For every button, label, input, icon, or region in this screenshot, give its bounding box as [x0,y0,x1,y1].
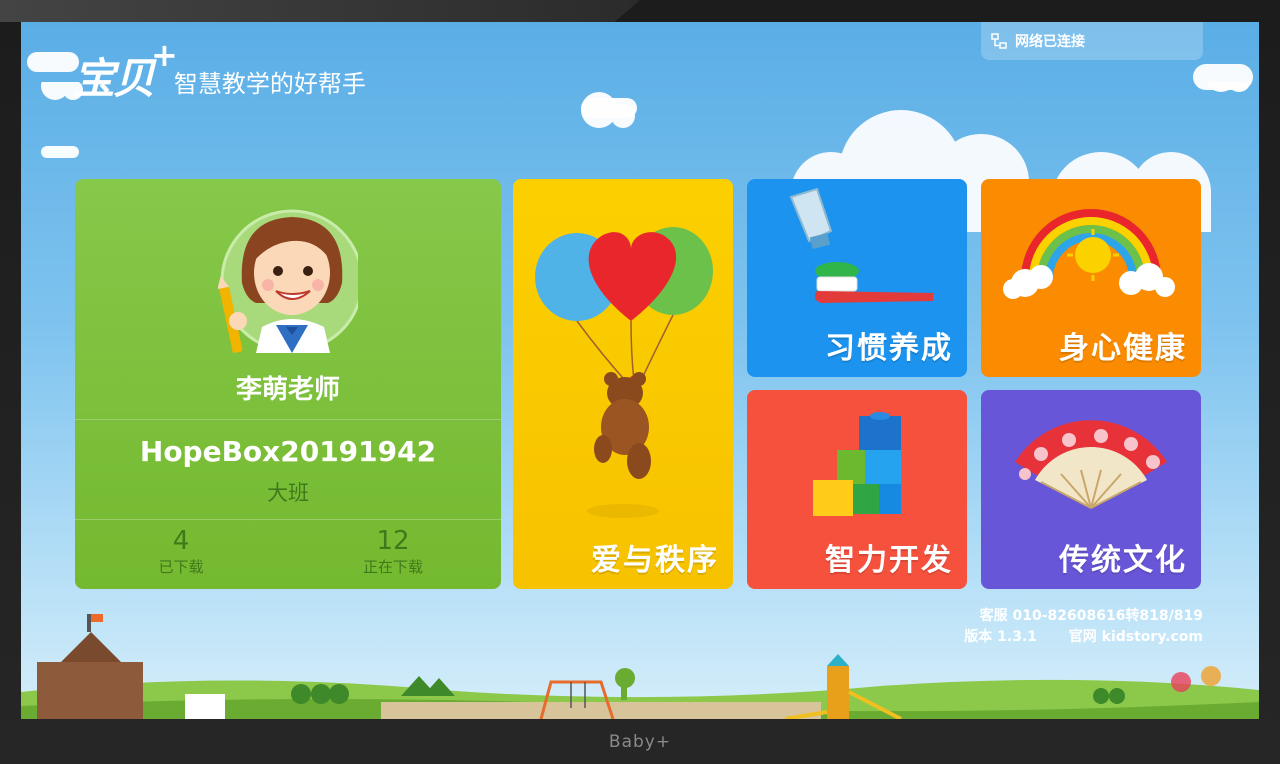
tile-health[interactable]: 身心健康 [981,179,1201,377]
network-status-label: 网络已连接 [1015,34,1085,50]
customer-service: 客服 010-82608616转818/819 [979,608,1203,624]
downloading-label: 正在下载 [362,557,423,576]
logo-plus: + [151,36,178,74]
support-info: 客服 010-82608616转818/819 版本 1.3.1 官网 kids… [964,606,1203,648]
rainbow-sun-icon [1003,209,1175,299]
toothbrush-icon [789,187,933,303]
cloud [27,52,79,72]
tile-culture[interactable]: 传统文化 [981,390,1201,589]
downloaded-stat[interactable]: 4 已下载 [111,527,251,577]
balloon-bear-icon [535,227,713,518]
device-brand: Baby+ [608,732,672,752]
official-website[interactable]: 官网 kidstory.com [1069,629,1203,645]
tile-culture-label: 传统文化 [1059,543,1187,578]
app-version: 版本 1.3.1 [964,629,1038,645]
tile-health-label: 身心健康 [1059,331,1187,366]
network-status[interactable]: 网络已连接 [981,22,1203,60]
teacher-avatar [218,209,358,353]
app-logo: 宝贝 + 智慧教学的好帮手 [73,36,366,103]
folding-fan-icon [1015,420,1167,509]
playground-scenery [21,614,1259,719]
teacher-profile-card[interactable]: 李萌老师 HopeBox20191942 大班 4 已下载 12 正在下载 [75,179,501,589]
logo-slogan: 智慧教学的好帮手 [173,70,366,98]
bezel-shine [0,0,640,22]
tile-love-order-label: 爱与秩序 [591,543,719,578]
tile-love-order[interactable]: 爱与秩序 [513,179,733,589]
downloading-count: 12 [376,526,410,556]
device-id: HopeBox20191942 [139,435,437,468]
building-blocks-icon [813,412,901,516]
network-icon [991,33,1007,49]
tile-habit[interactable]: 习惯养成 [747,179,967,377]
version-website-line: 版本 1.3.1 官网 kidstory.com [964,627,1203,648]
home-screen: 网络已连接 宝贝 + 智慧教学的好帮手 李萌老师 HopeBox20191942… [21,22,1259,719]
teacher-name: 李萌老师 [235,375,340,405]
profile-divider [75,519,501,520]
profile-divider [75,419,501,420]
downloaded-count: 4 [172,526,190,556]
class-name: 大班 [267,481,309,505]
downloaded-label: 已下载 [158,557,204,576]
tile-intelligence[interactable]: 智力开发 [747,390,967,589]
logo-mark: 宝贝 [73,54,155,103]
tile-habit-label: 习惯养成 [825,331,953,366]
tile-intelligence-label: 智力开发 [825,543,953,578]
downloading-stat[interactable]: 12 正在下载 [323,527,463,577]
